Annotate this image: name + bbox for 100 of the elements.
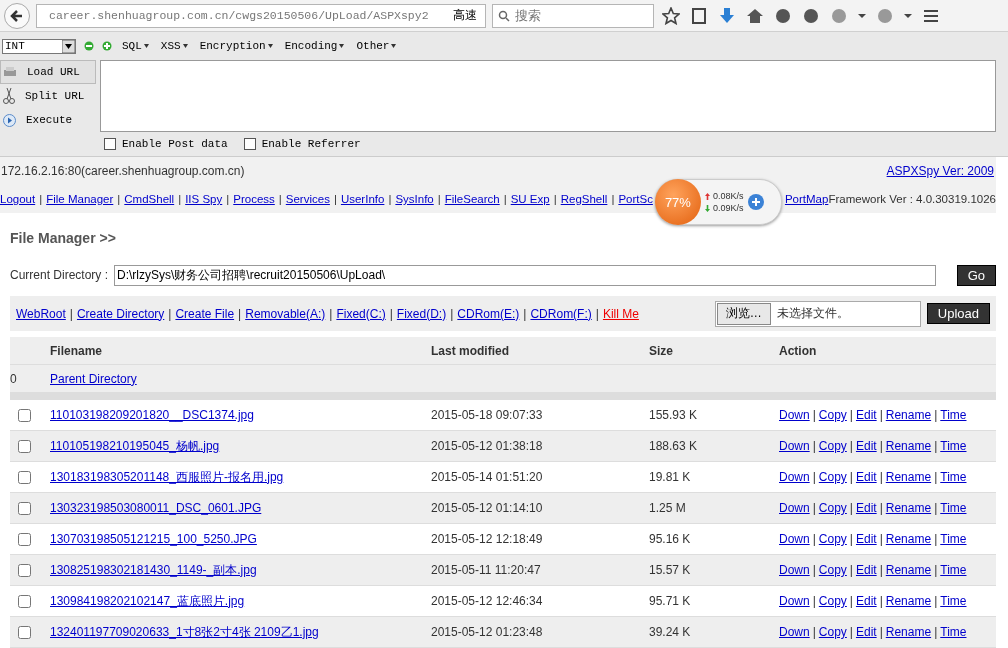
file-link[interactable]: 110105198210195045_杨帆.jpg [50, 437, 220, 455]
action-link[interactable]: Copy [818, 470, 847, 484]
action-link[interactable]: Edit [855, 625, 877, 639]
version-link[interactable]: ASPXSpy Ver: 2009 [886, 164, 994, 178]
action-link[interactable]: Down [779, 439, 810, 453]
action-link[interactable]: Time [940, 532, 967, 546]
action-link[interactable]: Time [940, 594, 967, 608]
action-link[interactable]: Time [940, 625, 967, 639]
drive-link[interactable]: Removable(A:) [245, 306, 326, 321]
file-link[interactable]: 132401197709020633_1寸8张2寸4张 2109乙1.jpg [50, 623, 319, 641]
row-checkbox[interactable] [18, 408, 31, 422]
row-checkbox[interactable] [18, 470, 31, 484]
action-link[interactable]: Rename [885, 625, 932, 639]
action-link[interactable]: Edit [855, 501, 877, 515]
action-link[interactable]: Time [940, 501, 967, 515]
file-link[interactable]: 130984198202102147_蓝底照片.jpg [50, 592, 245, 610]
action-link[interactable]: Down [779, 625, 810, 639]
nav-link[interactable]: SysInfo [395, 193, 434, 205]
action-link[interactable]: Rename [885, 501, 932, 515]
nav-link[interactable]: IIS Spy [185, 193, 223, 205]
menu-button[interactable]: SQL [120, 40, 151, 52]
action-button[interactable]: Execute [0, 108, 96, 132]
drive-link[interactable]: Create File [175, 306, 235, 321]
row-checkbox[interactable] [18, 594, 31, 608]
directory-field[interactable]: D:\rlzySys\财务公司招聘\recruit20150506\UpLoad\ [114, 264, 937, 286]
file-link[interactable]: 110103198209201820__DSC1374.jpg [50, 408, 254, 422]
file-link[interactable]: 130825198302181430_1149-_副本.jpg [50, 561, 257, 579]
action-link[interactable]: Edit [855, 532, 877, 546]
nav-link[interactable]: File Manager [46, 193, 114, 205]
upload-button[interactable]: Upload [926, 303, 990, 324]
search-field[interactable]: 搜索 [492, 3, 654, 28]
action-link[interactable]: Edit [855, 470, 877, 484]
type-select[interactable]: INT [2, 38, 76, 54]
row-checkbox[interactable] [18, 625, 31, 639]
nav-link[interactable]: UserInfo [340, 193, 385, 205]
action-link[interactable]: Rename [885, 439, 932, 453]
parent-link[interactable]: Parent Directory [50, 371, 137, 386]
action-link[interactable]: Rename [885, 532, 932, 546]
nav-link[interactable]: CmdShell [124, 193, 175, 205]
drive-link[interactable]: CDRom(E:) [457, 306, 520, 321]
url-textarea[interactable] [100, 60, 996, 132]
row-checkbox[interactable] [18, 501, 31, 515]
minus-icon[interactable] [84, 41, 94, 51]
action-link[interactable]: Copy [818, 408, 847, 422]
action-link[interactable]: Rename [885, 594, 932, 608]
nav-link[interactable]: SU Exp [510, 193, 550, 205]
star-icon[interactable] [660, 4, 682, 27]
plus-icon[interactable] [102, 41, 112, 51]
nav-link[interactable]: PortMap [784, 193, 829, 205]
action-link[interactable]: Time [940, 439, 967, 453]
drive-link[interactable]: WebRoot [16, 306, 66, 321]
file-link[interactable]: 130183198305201148_西服照片-报名用.jpg [50, 468, 284, 486]
action-link[interactable]: Edit [855, 563, 877, 577]
back-button[interactable] [4, 2, 30, 29]
action-link[interactable]: Time [940, 470, 967, 484]
action-link[interactable]: Rename [885, 470, 932, 484]
action-link[interactable]: Time [940, 563, 967, 577]
menu-button[interactable]: Encryption [197, 40, 275, 52]
action-link[interactable]: Edit [855, 408, 877, 422]
action-link[interactable]: Edit [855, 439, 877, 453]
drive-link[interactable]: Fixed(D:) [396, 306, 447, 321]
file-link[interactable]: 130703198505121215_100_5250.JPG [50, 532, 257, 546]
row-checkbox[interactable] [18, 439, 31, 453]
action-button[interactable]: Split URL [0, 84, 96, 108]
action-link[interactable]: Edit [855, 594, 877, 608]
action-link[interactable]: Copy [818, 563, 847, 577]
address-field[interactable]: career.shenhuagroup.com.cn/cwgs20150506/UpLoad/ASPXspy2 高速 [36, 3, 486, 28]
menu-button[interactable]: XSS [158, 40, 190, 52]
nav-link[interactable]: FileSearch [444, 193, 500, 205]
action-button[interactable]: Load URL [0, 60, 96, 84]
nav-link[interactable]: Process [233, 193, 275, 205]
action-link[interactable]: Copy [818, 501, 847, 515]
browse-button[interactable]: 浏览… [716, 302, 771, 325]
action-link[interactable]: Down [779, 563, 810, 577]
nav-link[interactable]: Logout [0, 193, 36, 205]
row-checkbox[interactable] [18, 563, 31, 577]
file-link[interactable]: 130323198503080011_DSC_0601.JPG [50, 501, 262, 515]
drive-link[interactable]: CDRom(F:) [530, 306, 592, 321]
action-link[interactable]: Down [779, 408, 810, 422]
kill-link[interactable]: Kill Me [602, 306, 639, 321]
checkbox[interactable] [243, 138, 256, 150]
nav-link[interactable]: RegShell [560, 193, 608, 205]
action-link[interactable]: Copy [818, 439, 847, 453]
action-link[interactable]: Copy [818, 594, 847, 608]
action-link[interactable]: Copy [818, 625, 847, 639]
action-link[interactable]: Down [779, 470, 810, 484]
row-checkbox[interactable] [18, 532, 31, 546]
action-link[interactable]: Rename [885, 563, 932, 577]
plus-icon[interactable] [747, 193, 766, 211]
file-field[interactable]: 浏览… 未选择文件。 [714, 300, 921, 327]
action-link[interactable]: Rename [885, 408, 932, 422]
action-link[interactable]: Copy [818, 532, 847, 546]
nav-link[interactable]: PortSc [618, 193, 653, 205]
nav-link[interactable]: Services [285, 193, 330, 205]
drive-link[interactable]: Fixed(C:) [336, 306, 386, 321]
go-button[interactable]: Go [956, 264, 996, 286]
menu-button[interactable]: Other [354, 40, 399, 52]
drive-link[interactable]: Create Directory [76, 306, 165, 321]
action-link[interactable]: Time [940, 408, 967, 422]
action-link[interactable]: Down [779, 501, 810, 515]
